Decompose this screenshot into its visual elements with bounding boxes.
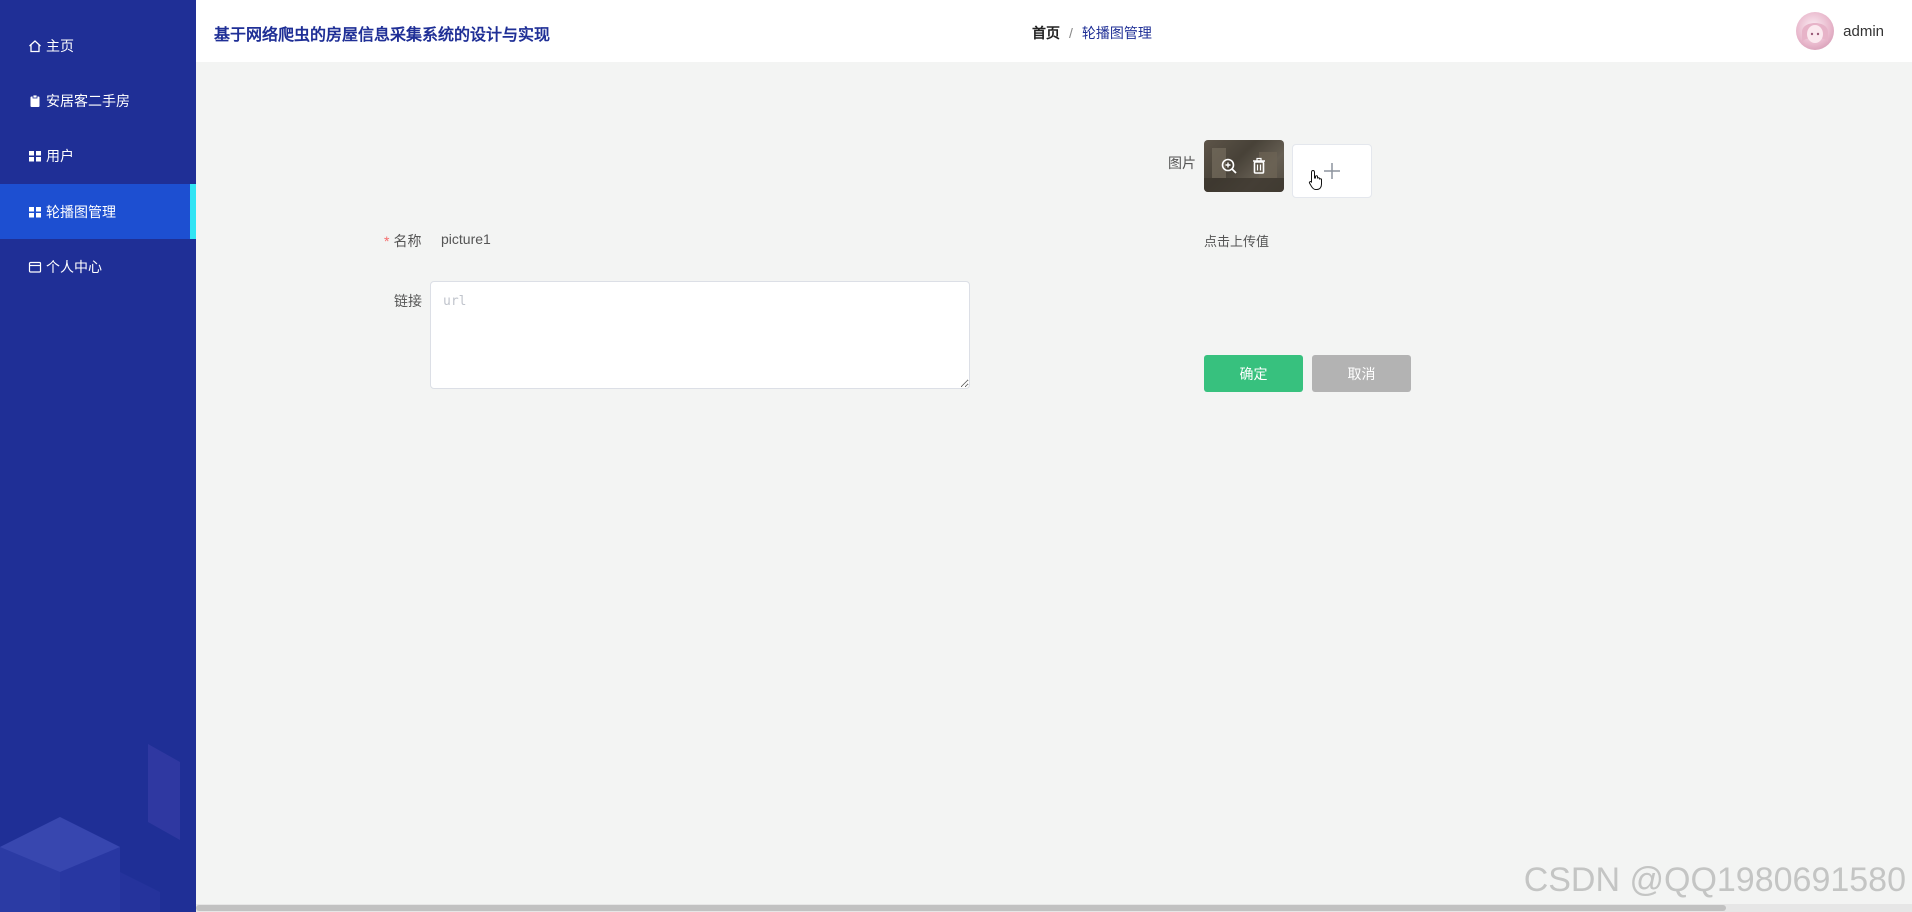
grid-icon <box>28 149 42 163</box>
breadcrumb: 首页 / 轮播图管理 <box>1032 23 1152 43</box>
breadcrumb-separator: / <box>1069 25 1073 41</box>
grid-icon <box>28 205 42 219</box>
link-label: 链接 <box>394 293 422 309</box>
sidebar-decoration <box>0 744 180 912</box>
image-label: 图片 <box>1168 155 1196 171</box>
sidebar-item-anjuke[interactable]: 安居客二手房 <box>0 73 196 128</box>
zoom-in-icon[interactable] <box>1219 156 1239 176</box>
sidebar-item-profile[interactable]: 个人中心 <box>0 239 196 294</box>
app-title: 基于网络爬虫的房屋信息采集系统的设计与实现 <box>214 27 551 44</box>
username[interactable]: admin <box>1843 23 1884 40</box>
sidebar-item-label: 主页 <box>46 37 74 54</box>
breadcrumb-current: 轮播图管理 <box>1081 25 1152 41</box>
required-mark: * <box>384 233 390 249</box>
sidebar-item-label: 用户 <box>46 147 74 164</box>
user-menu[interactable]: admin <box>1796 12 1884 50</box>
name-field[interactable]: picture1 <box>441 231 491 247</box>
name-label: * 名称 <box>384 231 421 251</box>
sidebar-item-label: 安居客二手房 <box>46 92 130 109</box>
upload-hint: 点击上传值 <box>1204 234 1270 249</box>
uploaded-image-thumbnail[interactable] <box>1204 140 1284 192</box>
sidebar-item-label: 个人中心 <box>46 258 102 275</box>
plus-icon <box>1324 163 1340 179</box>
sidebar-item-home[interactable]: 主页 <box>0 18 196 73</box>
upload-button[interactable] <box>1292 144 1372 198</box>
confirm-button[interactable]: 确定 <box>1204 355 1303 392</box>
scrollbar-thumb[interactable] <box>196 905 1726 911</box>
thumbnail-actions <box>1204 140 1284 192</box>
sidebar: 主页 安居客二手房 用户 轮播图管理 个人中心 <box>0 0 196 912</box>
sidebar-item-carousel[interactable]: 轮播图管理 <box>0 184 196 239</box>
sidebar-item-users[interactable]: 用户 <box>0 128 196 183</box>
horizontal-scrollbar[interactable] <box>196 904 1912 912</box>
avatar[interactable] <box>1796 12 1835 50</box>
cancel-button[interactable]: 取消 <box>1312 355 1411 392</box>
card-icon <box>28 260 42 274</box>
sidebar-item-label: 轮播图管理 <box>46 203 116 220</box>
breadcrumb-home[interactable]: 首页 <box>1032 23 1060 43</box>
clipboard-icon <box>28 94 42 108</box>
header: 基于网络爬虫的房屋信息采集系统的设计与实现 首页 / 轮播图管理 admin <box>196 0 1912 62</box>
home-icon <box>28 39 42 53</box>
name-label-text: 名称 <box>393 233 422 249</box>
link-textarea[interactable] <box>430 281 970 389</box>
watermark: CSDN @QQ1980691580 <box>1523 861 1906 899</box>
delete-icon[interactable] <box>1249 156 1269 176</box>
